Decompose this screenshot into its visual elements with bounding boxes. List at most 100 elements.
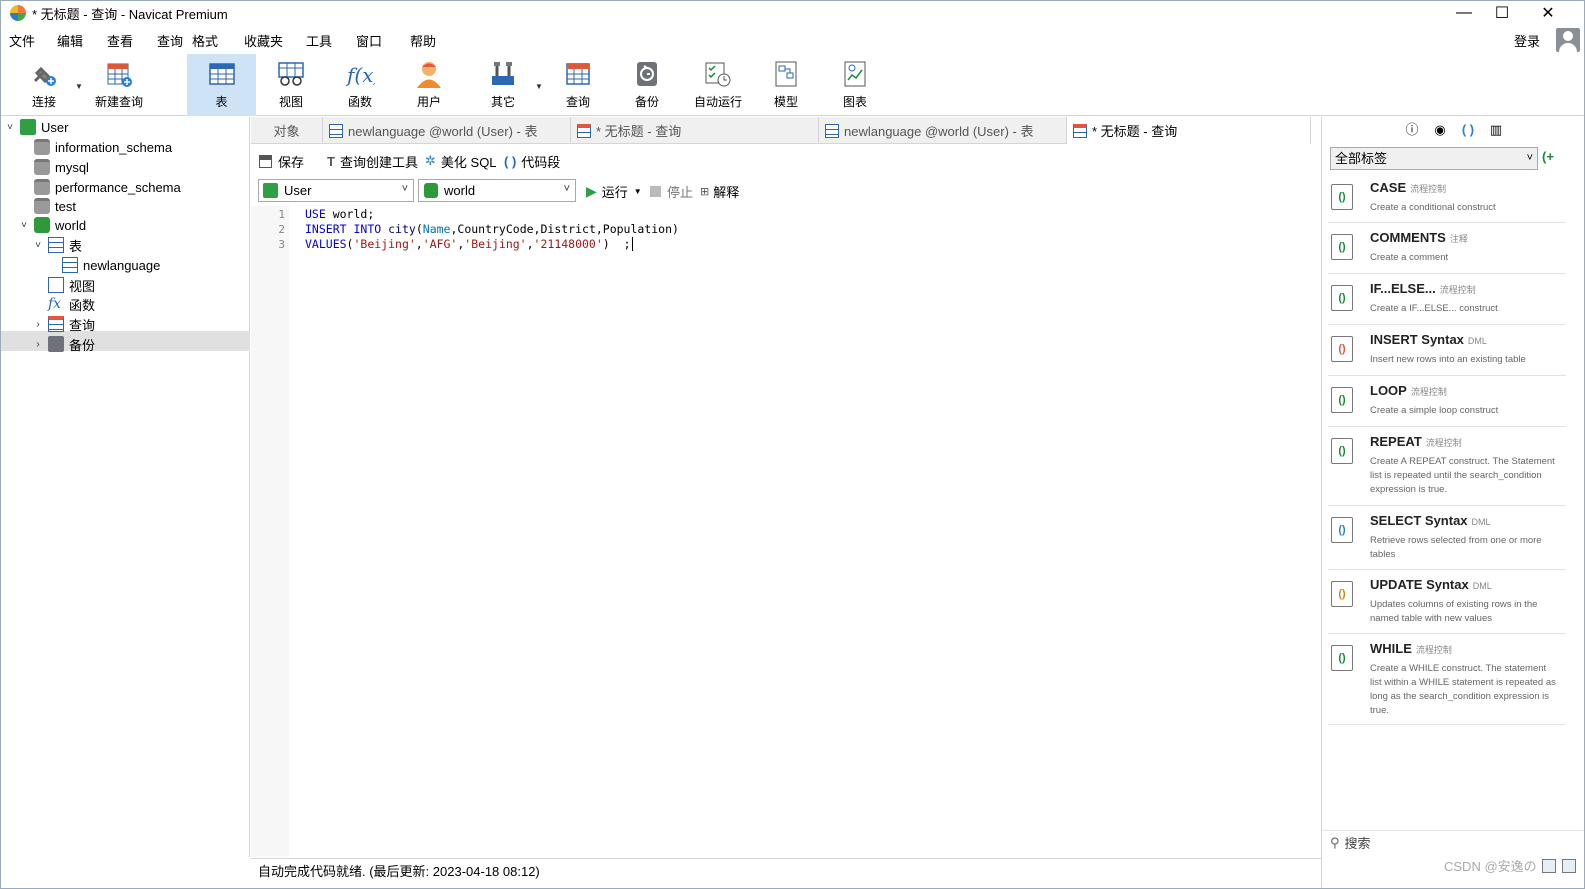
- tree-folder-label: 函数: [69, 297, 96, 313]
- sql-keyword: VALUES: [305, 237, 347, 251]
- toolbar-chart-button[interactable]: 图表: [827, 54, 883, 116]
- snippet-tag: DML: [1467, 336, 1487, 346]
- snippet-repeat[interactable]: () REPEAT 流程控制 Create A REPEAT construct.…: [1328, 428, 1566, 506]
- tree-table-newlanguage[interactable]: newlanguage: [45, 255, 160, 275]
- tab-label: newlanguage @world (User) - 表: [844, 124, 1034, 139]
- menu-query[interactable]: 查询: [157, 31, 183, 50]
- code-line-3: VALUES('Beijing','AFG','Beijing','211480…: [305, 237, 633, 251]
- toolbar-view-button[interactable]: 视图: [263, 54, 319, 116]
- toolbar-query-button[interactable]: 查询: [550, 54, 606, 116]
- snippet-if-else[interactable]: () IF...ELSE... 流程控制 Create a IF...ELSE..…: [1328, 275, 1566, 325]
- tree-views-folder[interactable]: 视图: [31, 275, 95, 295]
- login-link[interactable]: 登录: [1514, 31, 1540, 50]
- snippet-update-syntax[interactable]: () UPDATE Syntax DML Updates columns of e…: [1328, 571, 1566, 634]
- toolbar-other-button[interactable]: 其它: [475, 54, 531, 116]
- snippet-insert-syntax[interactable]: () INSERT Syntax DML Insert new rows into…: [1328, 326, 1566, 376]
- toolbar-model-button[interactable]: 模型: [758, 54, 814, 116]
- menu-window[interactable]: 窗口: [356, 31, 382, 50]
- snippet-case[interactable]: () CASE 流程控制 Create a conditional constru…: [1328, 174, 1566, 223]
- toolbar-function-button[interactable]: f(x) 函数: [331, 54, 389, 116]
- snippet-search[interactable]: ⚲ 搜索: [1322, 830, 1584, 854]
- chevron-right-icon[interactable]: ›: [31, 339, 45, 350]
- tree-db-world[interactable]: ˅ world: [17, 215, 86, 235]
- title-bar: * 无标题 - 查询 - Navicat Premium: [1, 1, 1584, 25]
- snippet-title: SELECT Syntax: [1370, 513, 1468, 528]
- snippet-loop[interactable]: () LOOP 流程控制 Create a simple loop constru…: [1328, 377, 1566, 427]
- maximize-button[interactable]: ☐: [1479, 1, 1525, 25]
- tree-db-information-schema[interactable]: information_schema: [17, 137, 172, 157]
- chevron-down-icon[interactable]: ˅: [3, 122, 17, 133]
- chevron-down-icon[interactable]: ▼: [535, 82, 543, 91]
- snippet-description: Create a comment: [1370, 252, 1449, 263]
- menu-tools[interactable]: 工具: [306, 31, 332, 50]
- tab-objects[interactable]: 对象: [251, 117, 323, 144]
- explain-button[interactable]: ⊞ 解释: [700, 182, 739, 201]
- chevron-right-icon[interactable]: ›: [31, 319, 45, 330]
- run-button[interactable]: ▶ 运行 ▼: [586, 182, 642, 201]
- menu-edit[interactable]: 编辑: [57, 31, 83, 50]
- tools-icon: [488, 59, 518, 89]
- toolbar-backup-label: 备份: [634, 95, 659, 109]
- tree-queries-folder[interactable]: › 查询: [31, 314, 95, 334]
- tree-db-test[interactable]: test: [17, 196, 76, 216]
- add-snippet-icon[interactable]: (+: [1542, 149, 1554, 164]
- snippet-comments[interactable]: () COMMENTS 注释 Create a comment: [1328, 224, 1566, 274]
- toolbar-user-button[interactable]: 用户: [401, 54, 457, 116]
- snippet-description: Create a simple loop construct: [1370, 405, 1499, 416]
- snippet-braces-icon[interactable]: ( ): [1460, 122, 1476, 138]
- tab-table-newlanguage-2[interactable]: newlanguage @world (User) - 表: [819, 117, 1067, 144]
- snippet-description: Retrieve rows selected from one or more …: [1370, 535, 1542, 560]
- info-icon[interactable]: ⓘ: [1404, 122, 1420, 138]
- single-view-icon[interactable]: [1562, 859, 1576, 873]
- tab-untitled-query[interactable]: * 无标题 - 查询: [571, 117, 819, 144]
- chevron-down-icon[interactable]: ˅: [17, 220, 31, 231]
- tag-filter-select[interactable]: 全部标签 ˅: [1330, 147, 1538, 170]
- code-snippet-button[interactable]: ( ) 代码段: [504, 152, 560, 171]
- sql-keyword: USE: [305, 207, 326, 221]
- line-number: 1: [278, 208, 285, 221]
- snippet-while[interactable]: () WHILE 流程控制 Create a WHILE construct. T…: [1328, 635, 1566, 725]
- tree-tables-folder[interactable]: ˅ 表: [31, 235, 82, 255]
- stop-button[interactable]: 停止: [650, 182, 693, 201]
- menu-view[interactable]: 查看: [107, 31, 133, 50]
- database-select[interactable]: world ˅: [418, 179, 576, 202]
- menu-help[interactable]: 帮助: [410, 31, 436, 50]
- tab-table-newlanguage[interactable]: newlanguage @world (User) - 表: [323, 117, 571, 144]
- toolbar-new-query-button[interactable]: 新建查询: [89, 54, 149, 116]
- split-view-icon[interactable]: [1542, 859, 1556, 873]
- tree-backups-folder[interactable]: › 备份: [31, 334, 95, 354]
- tree-connection-user[interactable]: ˅ User: [3, 117, 68, 137]
- svg-text:f(x): f(x): [345, 63, 375, 87]
- sql-text: world;: [325, 207, 375, 221]
- backup-icon: [632, 59, 662, 89]
- chevron-down-icon[interactable]: ▼: [75, 82, 83, 91]
- query-builder-button[interactable]: T 查询创建工具: [327, 152, 418, 171]
- eye-icon[interactable]: ◉: [1432, 122, 1448, 138]
- tree-functions-folder[interactable]: fx 函数: [31, 294, 95, 314]
- tree-db-mysql[interactable]: mysql: [17, 157, 89, 177]
- connection-select[interactable]: User ˅: [258, 179, 414, 202]
- toolbar-connection-button[interactable]: 连接: [15, 54, 73, 116]
- sql-string: 'AFG': [422, 237, 458, 251]
- chevron-down-icon[interactable]: ▼: [634, 187, 642, 196]
- tab-untitled-query-active[interactable]: * 无标题 - 查询: [1067, 117, 1311, 144]
- sql-editor[interactable]: 1 2 3 USE world; INSERT INTO city(Name,C…: [251, 206, 1319, 857]
- menu-favorites[interactable]: 收藏夹: [244, 31, 283, 50]
- avatar[interactable]: [1556, 28, 1580, 52]
- window-title: * 无标题 - 查询 - Navicat Premium: [32, 6, 228, 22]
- layout-icon[interactable]: ▥: [1488, 122, 1504, 138]
- save-button[interactable]: 保存: [259, 152, 304, 171]
- tree-db-performance-schema[interactable]: performance_schema: [17, 177, 181, 197]
- beautify-sql-button[interactable]: ✲ 美化 SQL: [425, 152, 497, 171]
- toolbar-automation-button[interactable]: 自动运行: [689, 54, 747, 116]
- chevron-down-icon[interactable]: ˅: [31, 240, 45, 251]
- menu-format[interactable]: 格式: [192, 31, 218, 50]
- toolbar-backup-button[interactable]: 备份: [619, 54, 675, 116]
- close-button[interactable]: ✕: [1525, 1, 1571, 25]
- toolbar-table-button[interactable]: 表: [187, 54, 256, 116]
- snippet-description: Create a WHILE construct. The statement …: [1370, 663, 1556, 716]
- tab-label: newlanguage @world (User) - 表: [348, 124, 538, 139]
- snippet-select-syntax[interactable]: () SELECT Syntax DML Retrieve rows select…: [1328, 507, 1566, 570]
- sql-column: Name: [422, 222, 451, 236]
- menu-file[interactable]: 文件: [9, 31, 35, 50]
